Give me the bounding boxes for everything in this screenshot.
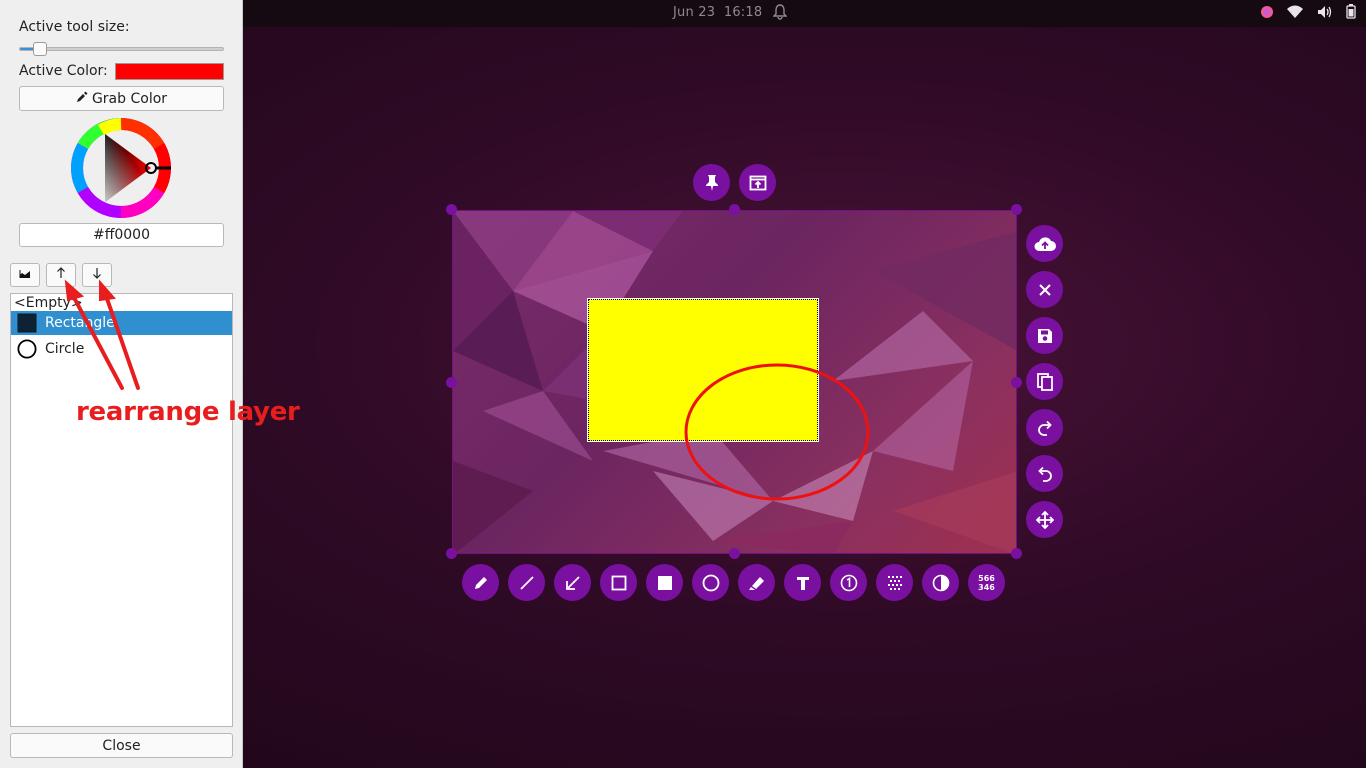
side-panel: Active tool size: Active Color: Grab Col… xyxy=(0,0,243,768)
pencil-tool-button[interactable] xyxy=(462,564,499,601)
resize-handle-top-right[interactable] xyxy=(1011,204,1022,215)
drawn-rectangle[interactable] xyxy=(588,299,818,441)
size-indicator-button[interactable]: 566 346 xyxy=(968,564,1005,601)
counter-tool-button[interactable] xyxy=(830,564,867,601)
resize-handle-bottom[interactable] xyxy=(729,548,740,559)
selection-width: 566 xyxy=(978,573,995,583)
circle-icon xyxy=(702,574,720,592)
rectangle-layer-icon xyxy=(17,313,37,333)
annotation-text: rearrange layer xyxy=(76,397,300,427)
slider-handle[interactable] xyxy=(33,42,48,56)
chart-icon xyxy=(19,268,31,283)
open-in-app-button[interactable] xyxy=(739,164,776,201)
accent-indicator-icon[interactable] xyxy=(1261,5,1273,18)
arrow-icon xyxy=(565,575,581,591)
tool-size-label: Active tool size: xyxy=(19,19,130,35)
resize-handle-bottom-left[interactable] xyxy=(446,548,457,559)
circle-layer-icon xyxy=(17,339,37,359)
pixelate-tool-button[interactable] xyxy=(876,564,913,601)
top-bar: Jun 23 16:18 xyxy=(243,0,1366,27)
invert-icon xyxy=(932,574,950,592)
redo-button[interactable] xyxy=(1026,409,1063,446)
time-text: 16:18 xyxy=(723,5,763,20)
redo-icon xyxy=(1037,420,1053,436)
undo-button[interactable] xyxy=(1026,455,1063,492)
resize-handle-top-left[interactable] xyxy=(446,204,457,215)
active-color-swatch[interactable] xyxy=(115,63,224,80)
circle-counter-icon xyxy=(840,574,858,592)
move-button[interactable] xyxy=(1026,501,1063,538)
arrow-up-icon xyxy=(56,267,66,283)
line-icon xyxy=(519,575,535,591)
layer-item-rectangle[interactable]: Rectangle xyxy=(11,311,232,335)
save-icon xyxy=(1037,328,1053,344)
pin-button[interactable] xyxy=(693,164,730,201)
move-layer-down-button[interactable] xyxy=(82,263,112,287)
battery-icon[interactable] xyxy=(1346,4,1356,19)
close-icon xyxy=(1038,283,1052,297)
resize-handle-bottom-right[interactable] xyxy=(1011,548,1022,559)
resize-handle-left[interactable] xyxy=(446,377,457,388)
copy-button[interactable] xyxy=(1026,363,1063,400)
marker-icon xyxy=(748,575,766,591)
size-indicator: 566 346 xyxy=(978,574,995,592)
arrow-tool-button[interactable] xyxy=(554,564,591,601)
layer-label: Rectangle xyxy=(45,315,115,331)
grab-color-button[interactable]: Grab Color xyxy=(19,86,224,111)
undo-icon xyxy=(1037,466,1053,482)
pixelate-icon xyxy=(887,575,903,591)
close-panel-button[interactable]: Close xyxy=(10,733,233,758)
marker-tool-button[interactable] xyxy=(738,564,775,601)
selection-height: 346 xyxy=(978,582,995,592)
arrow-down-icon xyxy=(92,267,102,283)
system-tray xyxy=(1261,4,1356,19)
bell-icon[interactable] xyxy=(772,4,788,24)
line-tool-button[interactable] xyxy=(508,564,545,601)
move-layer-up-button[interactable] xyxy=(46,263,76,287)
hex-color-input[interactable]: #ff0000 xyxy=(19,223,224,247)
layer-item-circle[interactable]: Circle xyxy=(11,337,232,361)
date-text: Jun 23 xyxy=(673,5,716,20)
upload-cloud-icon xyxy=(1034,236,1056,252)
layer-label: Circle xyxy=(45,341,85,357)
resize-handle-right[interactable] xyxy=(1011,377,1022,388)
volume-icon[interactable] xyxy=(1317,5,1332,19)
pencil-icon xyxy=(473,575,489,591)
wifi-icon[interactable] xyxy=(1287,5,1303,19)
pin-icon xyxy=(704,174,720,192)
copy-icon xyxy=(1036,372,1053,391)
eyedropper-icon xyxy=(76,91,88,107)
circle-tool-button[interactable] xyxy=(692,564,729,601)
text-tool-button[interactable] xyxy=(784,564,821,601)
exit-button[interactable] xyxy=(1026,271,1063,308)
layer-empty-label: <Empty> xyxy=(14,294,83,311)
rectangle-tool-button[interactable] xyxy=(600,564,637,601)
rectangle-filled-icon xyxy=(657,575,673,591)
text-icon xyxy=(795,575,811,591)
tool-size-slider[interactable] xyxy=(19,42,224,56)
resize-handle-top[interactable] xyxy=(729,204,740,215)
grab-color-label: Grab Color xyxy=(91,90,168,107)
launch-app-icon xyxy=(749,175,767,191)
save-button[interactable] xyxy=(1026,317,1063,354)
layer-list[interactable]: <Empty> Rectangle Circle xyxy=(10,293,233,727)
clock[interactable]: Jun 23 16:18 xyxy=(673,5,762,20)
filled-rectangle-tool-button[interactable] xyxy=(646,564,683,601)
invert-tool-button[interactable] xyxy=(922,564,959,601)
rectangle-outline-icon xyxy=(611,575,627,591)
upload-button[interactable] xyxy=(1026,225,1063,262)
active-color-label: Active Color: xyxy=(19,63,108,79)
layer-empty-item[interactable]: <Empty> xyxy=(11,294,232,311)
move-icon xyxy=(1035,510,1054,529)
layer-fill-button[interactable] xyxy=(10,263,40,287)
color-wheel[interactable] xyxy=(71,118,171,218)
